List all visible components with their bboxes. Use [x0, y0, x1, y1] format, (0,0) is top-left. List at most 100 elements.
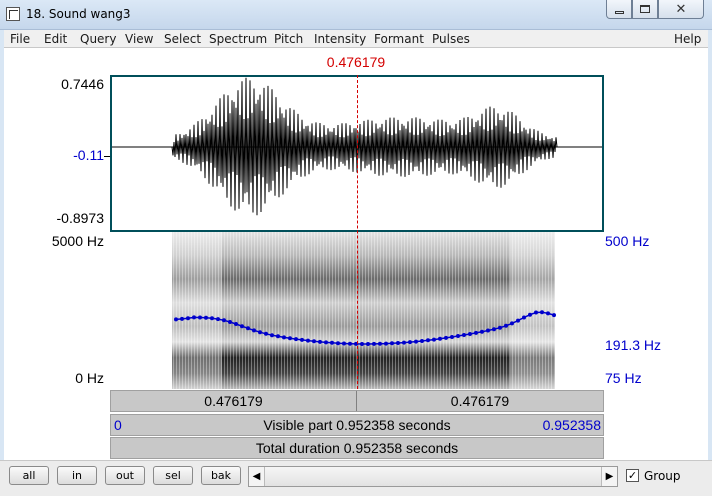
- pitch-point: [444, 335, 448, 340]
- minimize-icon: [614, 10, 624, 14]
- pitch-point: [372, 341, 376, 346]
- pitch-point: [294, 337, 298, 342]
- menu-file[interactable]: File: [10, 32, 30, 46]
- pitch-point: [450, 335, 454, 339]
- pitch-point: [252, 328, 256, 333]
- pitch-point: [318, 339, 322, 344]
- pitch-point: [234, 322, 238, 326]
- pitch-point: [438, 336, 442, 341]
- close-button[interactable]: ✕: [658, 0, 704, 19]
- pitch-point: [534, 310, 538, 315]
- pitch-point: [546, 311, 550, 316]
- menu-formant[interactable]: Formant: [374, 32, 424, 46]
- in-button[interactable]: in: [57, 466, 97, 485]
- menu-select[interactable]: Select: [164, 32, 201, 46]
- spectrogram-top-label: 5000 Hz: [51, 233, 104, 249]
- pitch-point: [402, 340, 406, 345]
- pitch-point: [324, 340, 328, 345]
- menu-pulses[interactable]: Pulses: [432, 32, 470, 46]
- visible-part-bar[interactable]: 0 Visible part 0.952358 seconds 0.952358: [110, 414, 604, 436]
- pitch-point: [462, 333, 466, 337]
- pitch-point: [300, 337, 304, 342]
- pitch-point: [360, 342, 364, 346]
- pitch-point: [222, 318, 226, 323]
- menu-bar: File Edit Query View Select Spectrum Pit…: [4, 30, 708, 48]
- selection-left-segment[interactable]: 0.476179: [111, 391, 357, 411]
- pitch-point: [186, 316, 190, 321]
- pitch-point: [528, 312, 532, 317]
- pitch-point: [474, 330, 478, 335]
- title-bar: 18. Sound wang3 ✕: [0, 0, 712, 30]
- pitch-point: [426, 338, 430, 343]
- group-checkbox[interactable]: ✓: [626, 469, 639, 482]
- menu-view[interactable]: View: [125, 32, 153, 46]
- pitch-point: [420, 339, 424, 343]
- pitch-bottom-label: 75 Hz: [605, 370, 642, 386]
- pitch-point: [282, 335, 286, 340]
- menu-intensity[interactable]: Intensity: [314, 32, 366, 46]
- all-button[interactable]: all: [9, 466, 49, 485]
- selection-right-segment[interactable]: 0.476179: [357, 391, 603, 411]
- pitch-point: [204, 315, 208, 320]
- pitch-point: [516, 318, 520, 323]
- pitch-point: [408, 340, 412, 345]
- pitch-point: [432, 337, 436, 342]
- close-icon: ✕: [675, 1, 687, 17]
- pitch-point: [258, 330, 262, 335]
- pitch-point: [390, 341, 394, 346]
- pitch-value-label: 191.3 Hz: [605, 337, 662, 353]
- pitch-point: [192, 315, 196, 320]
- menu-query[interactable]: Query: [80, 32, 116, 46]
- scroll-left-icon[interactable]: ◀: [249, 467, 265, 486]
- sel-button[interactable]: sel: [153, 466, 193, 485]
- pitch-point: [492, 327, 496, 332]
- pitch-point: [312, 339, 316, 344]
- menu-pitch[interactable]: Pitch: [274, 32, 303, 46]
- pitch-point: [504, 323, 508, 328]
- pitch-point: [330, 340, 334, 345]
- pitch-point: [276, 334, 280, 339]
- menu-spectrum[interactable]: Spectrum: [209, 32, 267, 46]
- pitch-point: [264, 331, 268, 336]
- pitch-point: [468, 332, 472, 336]
- minimize-button[interactable]: [606, 0, 632, 19]
- maximize-icon: [640, 5, 650, 13]
- pitch-point: [288, 336, 292, 341]
- pitch-point: [240, 324, 244, 329]
- pitch-point: [198, 315, 202, 320]
- total-duration-bar[interactable]: Total duration 0.952358 seconds: [110, 437, 604, 459]
- pitch-point: [384, 341, 388, 346]
- horizontal-scrollbar[interactable]: ◀ ▶: [248, 466, 618, 487]
- maximize-button[interactable]: [632, 0, 658, 19]
- selection-bar[interactable]: 0.476179 0.476179: [110, 390, 604, 412]
- visible-end-label: 0.952358: [542, 417, 601, 433]
- pitch-point: [510, 321, 514, 326]
- pitch-point: [342, 341, 346, 346]
- pitch-point: [228, 320, 232, 324]
- scroll-right-icon[interactable]: ▶: [601, 467, 617, 486]
- pitch-point: [456, 334, 460, 338]
- pitch-point: [480, 329, 484, 334]
- pitch-point: [540, 310, 544, 315]
- pitch-point: [246, 326, 250, 331]
- pitch-point: [414, 339, 418, 344]
- pitch-point: [306, 338, 310, 343]
- pitch-point: [270, 333, 274, 338]
- waveform-max-label: 0.7446: [61, 76, 104, 92]
- menu-help[interactable]: Help: [674, 32, 701, 46]
- scroll-thumb[interactable]: [265, 467, 601, 486]
- out-button[interactable]: out: [105, 466, 145, 485]
- pitch-point: [366, 342, 370, 346]
- pitch-point: [522, 315, 526, 320]
- pitch-point: [336, 341, 340, 346]
- group-label: Group: [644, 469, 681, 483]
- pitch-point: [348, 341, 352, 346]
- pitch-point: [180, 316, 184, 321]
- pitch-point: [378, 341, 382, 346]
- visible-part-label: Visible part 0.952358 seconds: [263, 417, 451, 433]
- total-duration-label: Total duration 0.952358 seconds: [255, 440, 459, 456]
- editor-canvas[interactable]: 0.476179 0.7446 -0.11 -0.8973 5000 Hz 0 …: [4, 48, 708, 460]
- bak-button[interactable]: bak: [201, 466, 241, 485]
- pitch-point: [552, 313, 556, 318]
- menu-edit[interactable]: Edit: [44, 32, 67, 46]
